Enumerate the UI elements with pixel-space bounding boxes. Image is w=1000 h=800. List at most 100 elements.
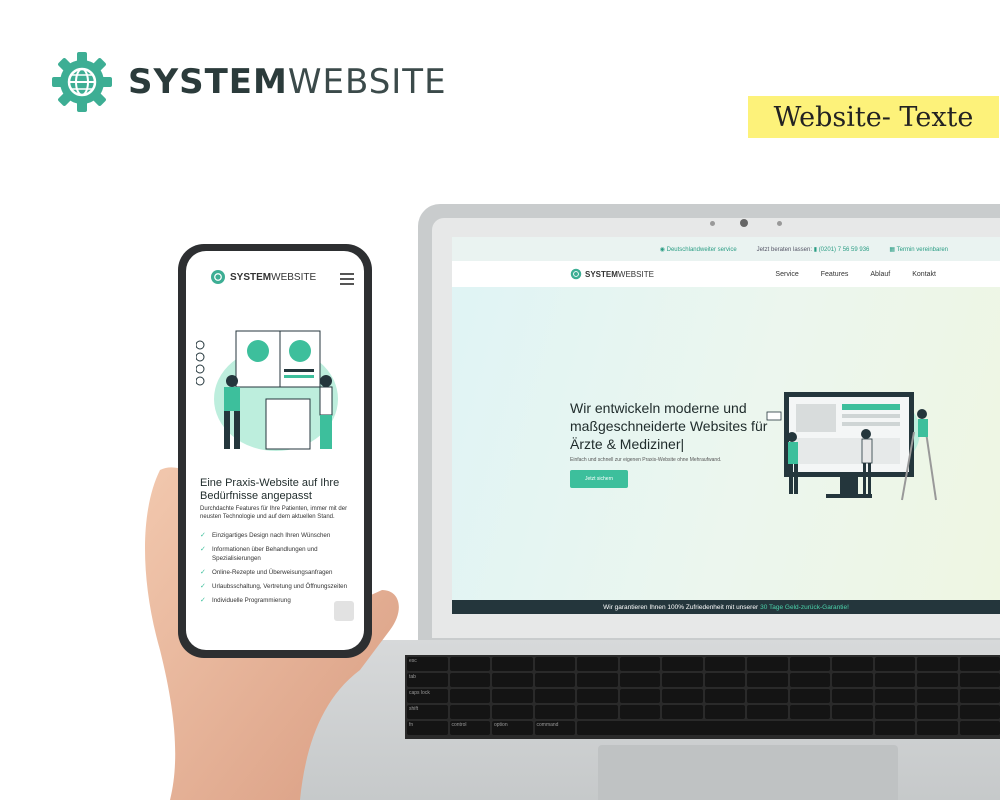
site-nav-links: Service Features Ablauf Kontakt: [775, 271, 936, 278]
key-shift: shift: [407, 705, 448, 719]
key-fn: fn: [407, 721, 448, 735]
key: [789, 657, 830, 671]
key: [662, 689, 703, 703]
key-caps-lock: caps lock: [407, 689, 448, 703]
key: [959, 721, 1000, 735]
key: [619, 689, 660, 703]
key: [747, 689, 788, 703]
feature-list: ✓ Einzigartiges Design nach Ihren Wünsche…: [200, 531, 362, 610]
keyboard-keys: esc tab caps lock shift fn control optio…: [407, 657, 1000, 735]
service-area-text: ◉ Deutschlandweiter service: [659, 246, 737, 253]
key: [917, 721, 958, 735]
key: [619, 705, 660, 719]
key: [534, 689, 575, 703]
site-logo-light: WEBSITE: [617, 269, 654, 279]
key: [577, 705, 618, 719]
key: [832, 705, 873, 719]
key: [534, 673, 575, 687]
nav-features[interactable]: Features: [821, 271, 849, 278]
key-command: command: [534, 721, 575, 735]
key: [449, 689, 490, 703]
feature-text: Online-Rezepte und Überweisungsanfragen: [212, 569, 333, 576]
key: [832, 689, 873, 703]
key: [917, 673, 958, 687]
topbar-appointment[interactable]: Termin vereinbaren: [897, 247, 948, 253]
hero-cta-button[interactable]: Jetzt sichern: [570, 470, 628, 488]
key: [619, 673, 660, 687]
guarantee-text: Wir garantieren Ihnen 100% Zufriedenheit…: [603, 603, 759, 611]
phone-logo[interactable]: SYSTEMWEBSITE: [210, 269, 316, 285]
site-navbar: SYSTEMWEBSITE Service Features Ablauf Ko…: [452, 261, 1000, 287]
laptop-screen: ◉ Deutschlandweiter service Jetzt berate…: [452, 237, 1000, 614]
key: [619, 657, 660, 671]
calendar-icon: ▦: [889, 246, 896, 253]
key: [704, 673, 745, 687]
key-option: option: [492, 721, 533, 735]
key: [959, 705, 1000, 719]
key: [577, 689, 618, 703]
guarantee-bar: Wir garantieren Ihnen 100% Zufriedenheit…: [452, 600, 1000, 614]
feature-text: Individuelle Programmierung: [212, 597, 291, 604]
phone-icon: ▮: [813, 246, 818, 253]
phone-screen: SYSTEMWEBSITE Eine Praxis-Website auf Ih…: [186, 251, 364, 650]
key-space: [577, 721, 873, 735]
key-esc: esc: [407, 657, 448, 671]
brand-wordmark: SYSTEMWEBSITE: [128, 62, 447, 102]
key: [449, 673, 490, 687]
key: [917, 657, 958, 671]
phone-logo-light: WEBSITE: [271, 271, 317, 283]
check-icon: ✓: [200, 532, 206, 539]
guarantee-link[interactable]: 30 Tage Geld-zurück-Garantie!: [760, 604, 849, 611]
key: [789, 673, 830, 687]
scroll-to-top-button[interactable]: [334, 601, 354, 621]
key: [917, 689, 958, 703]
phone-hero-illustration: [196, 330, 338, 451]
feature-text: Urlaubsschaltung, Vertretung und Öffnung…: [212, 583, 348, 590]
nav-ablauf[interactable]: Ablauf: [870, 271, 890, 278]
key: [704, 657, 745, 671]
key: [789, 705, 830, 719]
hero-subtext: Einfach und schnell zur eigenen Praxis-W…: [570, 457, 722, 463]
camera-dot-icon: [777, 221, 782, 226]
gear-globe-icon: [211, 270, 225, 284]
appointment-link[interactable]: ▦ Termin vereinbaren: [889, 246, 948, 253]
hamburger-menu-icon[interactable]: [340, 273, 354, 288]
key: [492, 689, 533, 703]
key: [874, 673, 915, 687]
key: [534, 657, 575, 671]
gear-globe-icon: [570, 268, 582, 280]
site-logo[interactable]: SYSTEMWEBSITE: [570, 268, 654, 280]
camera-dot-icon: [710, 221, 715, 226]
key: [662, 705, 703, 719]
list-item: ✓ Online-Rezepte und Überweisungsanfragen: [200, 568, 362, 577]
trackpad: [598, 745, 898, 800]
check-icon: ✓: [200, 569, 206, 576]
key: [492, 673, 533, 687]
topbar-consult: Jetzt beraten lassen:: [756, 246, 813, 253]
key: [747, 705, 788, 719]
phone-logo-bold: SYSTEM: [230, 271, 272, 283]
list-item: ✓ Informationen über Behandlungen und Spe…: [200, 545, 362, 563]
phone-section-desc: Durchdachte Features für Ihre Patienten,…: [200, 506, 348, 520]
key: [959, 657, 1000, 671]
brand-logo: SYSTEMWEBSITE: [50, 50, 447, 114]
key: [874, 657, 915, 671]
topbar-phone[interactable]: (0201) 7 56 59 936: [819, 247, 870, 253]
key: [789, 689, 830, 703]
camera-icon: [740, 219, 748, 227]
key: [747, 657, 788, 671]
key-tab: tab: [407, 673, 448, 687]
marketing-canvas: SYSTEMWEBSITE Website- Texte ◉ Deutschla…: [0, 0, 1000, 800]
website-texte-tag: Website- Texte: [748, 96, 999, 138]
hero-heading: Wir entwickeln moderne und maßgeschneide…: [570, 400, 768, 452]
nav-service[interactable]: Service: [775, 271, 798, 278]
key: [704, 689, 745, 703]
key: [874, 721, 915, 735]
nav-kontakt[interactable]: Kontakt: [912, 271, 936, 278]
key: [577, 673, 618, 687]
brand-name-bold: SYSTEM: [128, 62, 288, 102]
feature-text: Einzigartiges Design nach Ihren Wünschen: [212, 532, 331, 539]
key: [492, 657, 533, 671]
key: [449, 657, 490, 671]
key-control: control: [449, 721, 490, 735]
